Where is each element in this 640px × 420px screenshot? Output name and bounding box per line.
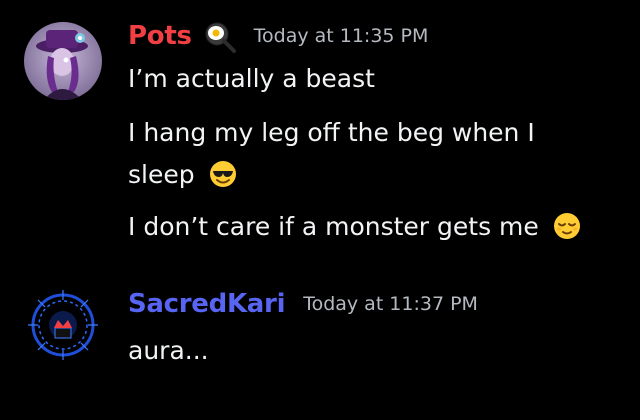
avatar[interactable] — [24, 286, 102, 364]
message-line: sleep — [128, 158, 237, 192]
avatar[interactable] — [24, 22, 102, 100]
message-line: I hang my leg off the beg when I — [128, 116, 535, 150]
relieved-face-emoji — [553, 212, 581, 240]
message-header: Pots Today at 11:35 PM — [128, 14, 428, 58]
timestamp: Today at 11:37 PM — [303, 293, 478, 315]
message-text: I’m actually a beast — [128, 64, 375, 93]
smiling-face-with-sunglasses-emoji — [209, 160, 237, 188]
avatar-pots-image — [24, 22, 102, 100]
message-header: SacredKari Today at 11:37 PM — [128, 282, 478, 326]
message-text: I don’t care if a monster gets me — [128, 212, 539, 241]
message-line: I’m actually a beast — [128, 62, 375, 96]
message-text: I hang my leg off the beg when I — [128, 118, 535, 147]
message-text: aura... — [128, 336, 209, 365]
username-sacredkari[interactable]: SacredKari — [128, 289, 285, 319]
message-line: aura... — [128, 334, 209, 368]
username-pots[interactable]: Pots — [128, 21, 192, 51]
frying-pan-egg-icon — [202, 19, 236, 53]
message-line: I don’t care if a monster gets me — [128, 210, 581, 244]
avatar-sacredkari-image — [24, 286, 102, 364]
message-text: sleep — [128, 160, 195, 189]
timestamp: Today at 11:35 PM — [253, 25, 429, 47]
